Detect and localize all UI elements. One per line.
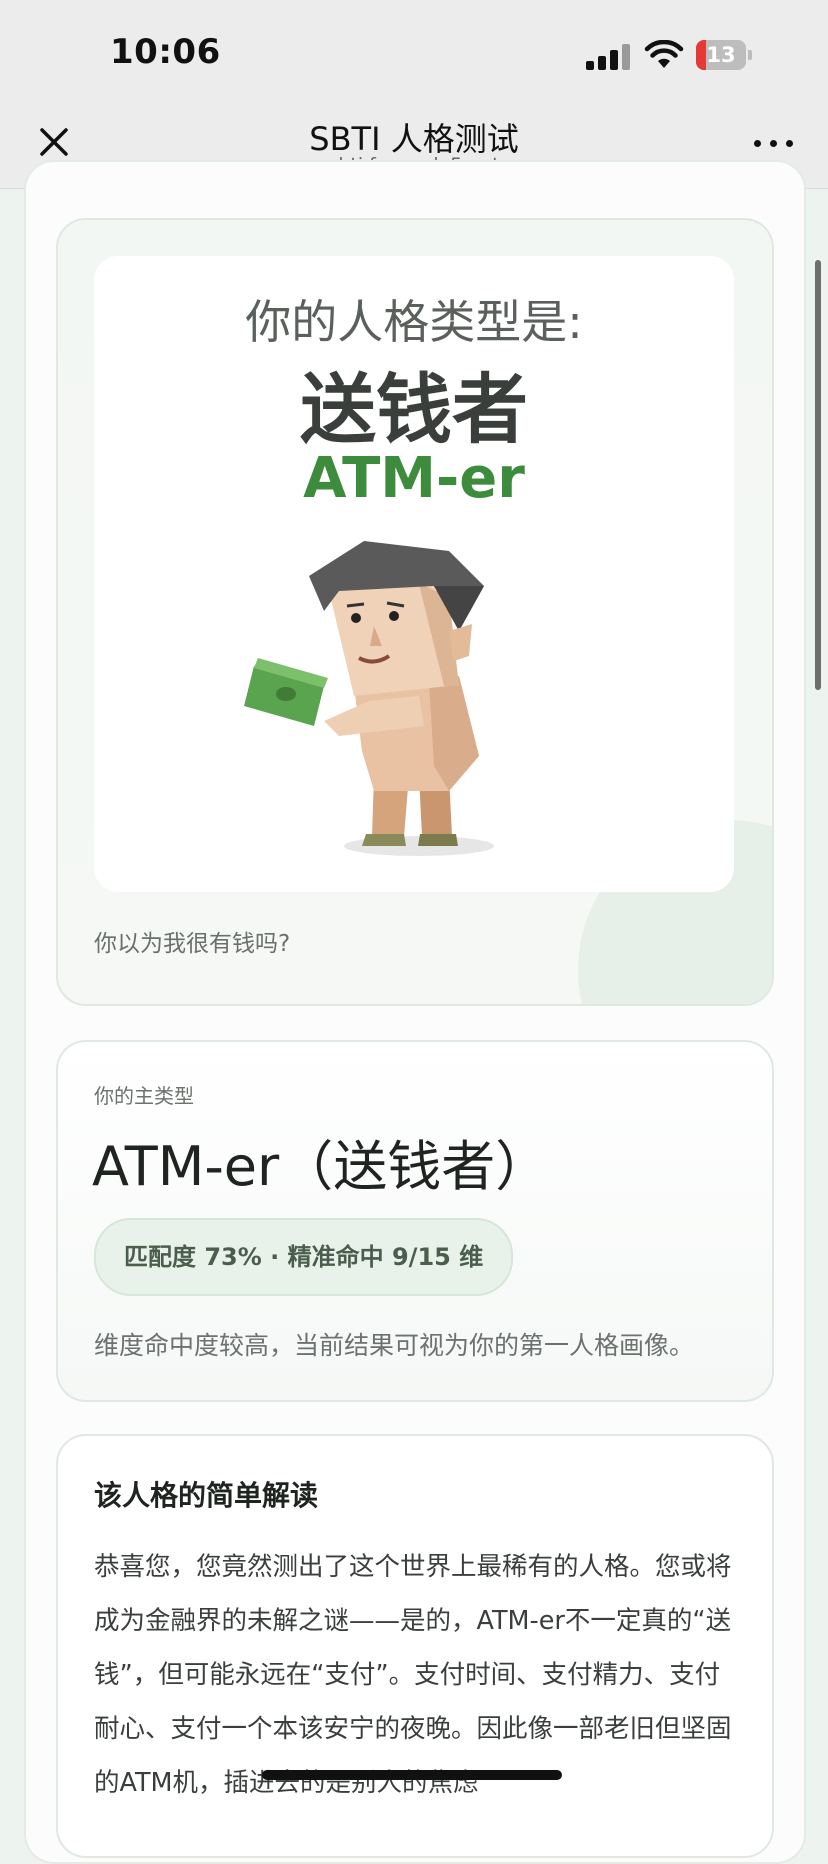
character-holding-money-illustration <box>244 541 494 856</box>
personality-illustration: 你的人格类型是: 送钱者 ATM-er <box>94 256 734 892</box>
main-type-card: 你的主类型 ATM-er（送钱者） 匹配度 73% · 精准命中 9/15 维 … <box>56 1040 774 1402</box>
cellular-signal-icon <box>586 44 630 70</box>
main-type-description: 维度命中度较高，当前结果可视为你的第一人格画像。 <box>94 1331 695 1360</box>
interpretation-title: 该人格的简单解读 <box>94 1479 319 1512</box>
battery-icon: 13 <box>696 40 752 70</box>
status-bar: 10:06 13 <box>0 0 828 100</box>
scrollbar[interactable] <box>815 260 821 690</box>
main-type-label: 你的主类型 <box>94 1084 194 1108</box>
personality-quote: 你以为我很有钱吗? <box>94 931 291 957</box>
wifi-icon <box>644 40 684 68</box>
battery-percentage: 13 <box>706 43 736 67</box>
personality-code: ATM-er <box>303 446 525 511</box>
clock: 10:06 <box>110 32 221 72</box>
match-score-badge: 匹配度 73% · 精准命中 9/15 维 <box>94 1218 514 1296</box>
personality-name: 送钱者 <box>300 365 528 454</box>
personality-hero-card: 你的人格类型是: 送钱者 ATM-er 你以为我很有钱吗? <box>56 218 774 1006</box>
more-options-icon[interactable] <box>752 130 796 154</box>
home-indicator[interactable] <box>262 1770 562 1780</box>
result-question: 你的人格类型是: <box>245 295 583 349</box>
interpretation-card: 该人格的简单解读 恭喜您，您竟然测出了这个世界上最稀有的人格。您或将成为金融界的… <box>56 1434 774 1858</box>
main-type-title: ATM-er（送钱者） <box>92 1135 550 1198</box>
